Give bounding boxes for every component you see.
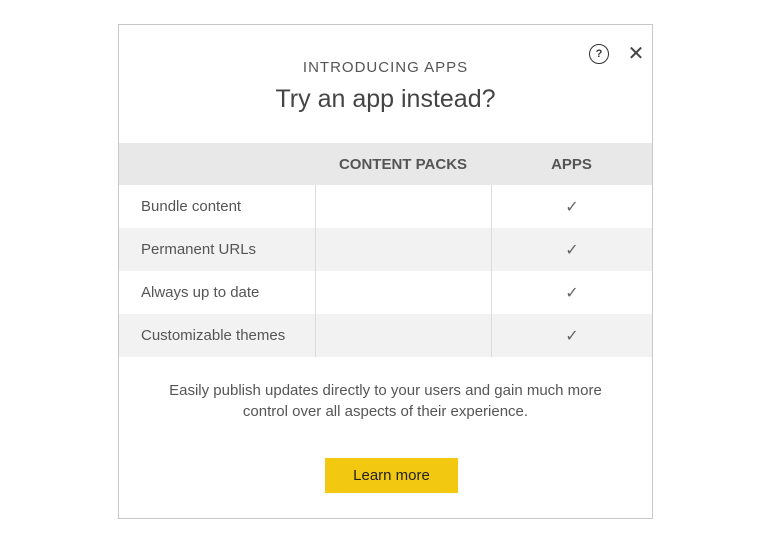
table-header-row: CONTENT PACKS APPS — [119, 143, 652, 185]
header-content-packs: CONTENT PACKS — [338, 155, 468, 173]
learn-more-button[interactable]: Learn more — [325, 458, 458, 493]
apps-cell: ✓ — [491, 314, 652, 357]
table-row: Always up to date ✓ — [119, 271, 652, 314]
header-apps: APPS — [551, 155, 592, 173]
table-row: Permanent URLs ✓ — [119, 228, 652, 271]
content-packs-cell — [315, 185, 491, 228]
apps-cell: ✓ — [491, 271, 652, 314]
content-packs-cell — [315, 228, 491, 271]
check-icon: ✓ — [565, 284, 579, 302]
dialog-title: Try an app instead? — [275, 85, 496, 113]
apps-cell: ✓ — [491, 185, 652, 228]
check-icon: ✓ — [565, 198, 579, 216]
comparison-table: CONTENT PACKS APPS Bundle content ✓ Perm… — [119, 143, 652, 357]
dialog-eyebrow: INTRODUCING APPS — [302, 59, 469, 76]
check-icon: ✓ — [565, 327, 579, 345]
apps-cell: ✓ — [491, 228, 652, 271]
content-packs-cell — [315, 271, 491, 314]
intro-apps-dialog: ? ✕ INTRODUCING APPS Try an app instead?… — [118, 24, 653, 519]
check-icon: ✓ — [565, 241, 579, 259]
feature-label: Customizable themes — [141, 327, 286, 344]
feature-label: Always up to date — [141, 284, 260, 301]
content-packs-cell — [315, 314, 491, 357]
feature-label: Bundle content — [141, 198, 242, 215]
description-text: Easily publish updates directly to your … — [169, 382, 602, 420]
header-feature — [119, 143, 315, 185]
table-row: Bundle content ✓ — [119, 185, 652, 228]
table-row: Customizable themes ✓ — [119, 314, 652, 357]
feature-label: Permanent URLs — [141, 241, 257, 258]
